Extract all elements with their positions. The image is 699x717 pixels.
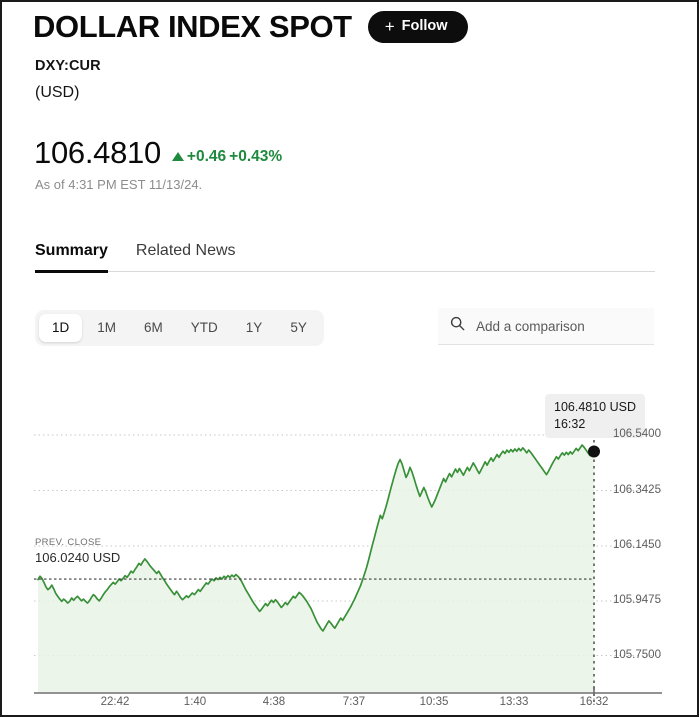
current-price: 106.4810 [34, 135, 161, 170]
change-absolute: +0.46 [186, 147, 227, 165]
page-title: DOLLAR INDEX SPOT [33, 9, 352, 44]
tab-summary[interactable]: Summary [35, 242, 108, 273]
x-axis-tick-label: 10:35 [419, 696, 449, 708]
tab-related-news[interactable]: Related News [136, 242, 236, 271]
chart-area-fill [38, 445, 594, 692]
price-change: +0.46 +0.43% [171, 147, 283, 166]
range-button-1y[interactable]: 1Y [233, 314, 276, 342]
x-axis-tick-label: 4:38 [262, 696, 286, 708]
follow-button-label: Follow [401, 18, 448, 35]
header: DOLLAR INDEX SPOT + Follow [33, 9, 468, 44]
prev-close-title: PREV. CLOSE [35, 537, 102, 548]
plus-icon: + [384, 16, 395, 36]
range-button-ytd[interactable]: YTD [178, 314, 231, 342]
stock-quote-page: DOLLAR INDEX SPOT + Follow DXY:CUR (USD)… [0, 0, 699, 717]
x-axis-tick-label: 1:40 [183, 696, 207, 708]
range-button-6m[interactable]: 6M [131, 314, 176, 342]
range-button-1m[interactable]: 1M [84, 314, 129, 342]
x-axis-tick-label: 13:33 [499, 696, 529, 708]
prev-close-annotation: PREV. CLOSE 106.0240 USD [35, 537, 120, 565]
x-axis-tick-label: 7:37 [342, 696, 366, 708]
currency-label: (USD) [35, 84, 80, 101]
y-axis-tick-label: 106.1450 [613, 539, 661, 551]
y-axis-tick-label: 106.5400 [613, 428, 661, 440]
quote-row: 106.4810 +0.46 +0.43% [34, 137, 282, 168]
y-axis-labels: 106.5400 106.3425 106.1450 105.9475 105.7500 [613, 362, 697, 707]
search-input[interactable] [474, 317, 642, 335]
follow-button[interactable]: + Follow [367, 11, 468, 44]
y-axis-tick-label: 106.3425 [613, 483, 661, 496]
range-selector: 1D 1M 6M YTD 1Y 5Y [35, 310, 324, 347]
x-axis-tick-label: 16:32 [579, 696, 609, 708]
range-button-5y[interactable]: 5Y [277, 314, 320, 342]
y-axis-tick-label: 105.7500 [613, 648, 661, 661]
comparison-search-box[interactable] [438, 308, 654, 345]
arrow-up-icon [171, 152, 184, 161]
x-axis-labels: 22:42 1:40 4:38 7:37 10:35 13:33 16:32 [2, 692, 697, 714]
change-percent: +0.43% [229, 147, 283, 165]
x-axis-tick-label: 22:42 [100, 696, 130, 708]
tab-bar: Summary Related News [35, 242, 655, 273]
search-icon [450, 316, 465, 336]
ticker-symbol: DXY:CUR [35, 58, 101, 74]
last-price-marker [588, 445, 600, 458]
range-button-1d[interactable]: 1D [39, 314, 83, 343]
y-axis-tick-label: 105.9475 [613, 594, 661, 606]
as-of-timestamp: As of 4:31 PM EST 11/13/24. [35, 177, 203, 192]
prev-close-value: 106.0240 USD [35, 550, 121, 565]
